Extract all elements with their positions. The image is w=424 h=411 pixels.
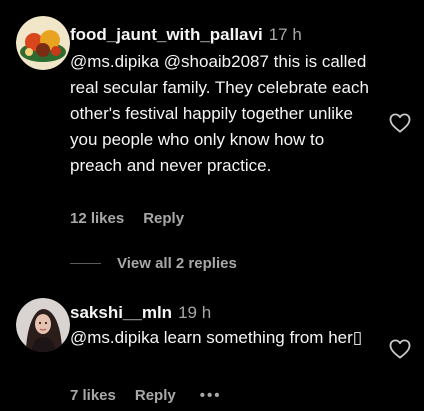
reply-button[interactable]: Reply: [135, 386, 176, 406]
comment-text: @ms.dipika learn something from her▯: [70, 328, 363, 347]
food-plate-avatar-icon: [16, 16, 70, 70]
comment-header: food_jaunt_with_pallavi 17 h: [70, 24, 302, 46]
comment-header: sakshi__mln 19 h: [70, 302, 211, 324]
heart-outline-icon[interactable]: [389, 113, 411, 133]
likes-count[interactable]: 7 likes: [70, 386, 116, 406]
user-avatar[interactable]: [16, 16, 70, 70]
username-link[interactable]: food_jaunt_with_pallavi: [70, 25, 263, 44]
more-options-icon[interactable]: •••: [200, 386, 222, 406]
view-replies-label: View all 2 replies: [117, 255, 237, 272]
comment-item: food_jaunt_with_pallavi 17 h @ms.dipika @…: [0, 0, 424, 272]
username-link[interactable]: sakshi__mln: [70, 303, 172, 322]
comment-actions: 12 likes Reply: [70, 209, 184, 229]
reply-button[interactable]: Reply: [143, 209, 184, 229]
woman-avatar-icon: [16, 298, 70, 352]
comment-actions: 7 likes Reply •••: [70, 386, 222, 406]
heart-outline-icon[interactable]: [389, 339, 411, 359]
timestamp: 19 h: [178, 303, 212, 322]
comment-item: sakshi__mln 19 h @ms.dipika learn somethi…: [0, 290, 424, 411]
timestamp: 17 h: [268, 25, 302, 44]
comment-text: @ms.dipika @shoaib2087 this is called re…: [70, 52, 369, 175]
view-replies-button[interactable]: View all 2 replies: [70, 255, 237, 272]
reply-divider-line: [70, 263, 101, 264]
likes-count[interactable]: 12 likes: [70, 209, 124, 229]
user-avatar[interactable]: [16, 298, 70, 352]
